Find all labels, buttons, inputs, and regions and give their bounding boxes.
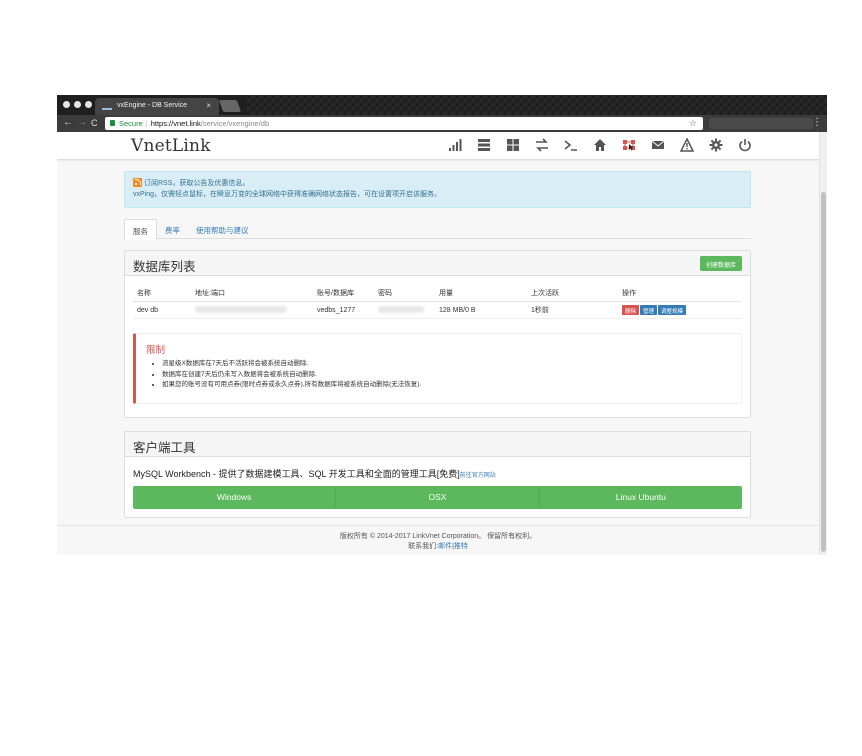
list-item: 如果您的账号没有可用点券(限时点券或永久点券),所有数据库将被系统自动删除(无法…	[162, 380, 731, 391]
forward-icon[interactable]: →	[77, 118, 87, 128]
header-nav	[440, 138, 759, 152]
site-header: VnetLink	[57, 132, 819, 159]
manage-button[interactable]: 管理	[640, 305, 658, 315]
list-item: 流星级X数据库在7天后不活跃将会被系统自动删除.	[162, 359, 731, 370]
db-address	[191, 301, 313, 319]
client-tools-heading: 客户端工具	[125, 431, 750, 457]
site-footer: 版权所有 © 2014-2017 LinkVnet Corporation。 保…	[57, 525, 819, 555]
official-site-link[interactable]: 前往官方网站	[460, 473, 496, 479]
workbench-description: MySQL Workbench - 提供了数据建模工具、SQL 开发工具和全面的…	[133, 468, 460, 479]
tab-strip: vxEngine - DB Service ×	[57, 95, 827, 115]
download-windows-button[interactable]: Windows	[133, 485, 337, 509]
download-linux-button[interactable]: Linux Ubuntu	[539, 485, 742, 509]
db-name: dev db	[133, 301, 191, 319]
list-item: 数据库在创建7天后仍未写入数据将会被系统自动删除.	[162, 370, 731, 381]
database-panel: 数据库列表 创建数据库 名称 地址:端口 账号/数据库 密码 用量 上次活跃 操…	[124, 250, 751, 418]
scrollbar-thumb[interactable]	[821, 192, 826, 552]
tab-services[interactable]: 服务	[124, 219, 157, 240]
redacted-password	[378, 306, 424, 314]
page-scrollbar[interactable]	[819, 132, 827, 555]
contact-line: 联系我们:邮件|推特	[57, 542, 819, 552]
tab-close-icon[interactable]: ×	[206, 101, 211, 110]
url-host: https://vnet.link	[150, 119, 201, 128]
column-header: 账号/数据库	[313, 285, 374, 302]
browser-toolbar: ← → C Secure | https://vnet.link/service/v…	[57, 115, 827, 132]
rss-icon[interactable]	[133, 178, 142, 187]
power-icon[interactable]	[730, 138, 759, 152]
browser-window: vxEngine - DB Service × ← → C Secure | htt…	[57, 95, 827, 555]
db-account: vedbs_1277	[313, 301, 374, 319]
tab-help[interactable]: 使用帮助与建议	[188, 219, 257, 239]
lock-icon	[110, 120, 115, 126]
column-header: 上次活跃	[527, 285, 618, 302]
reload-icon[interactable]: C	[91, 118, 98, 128]
redacted-address	[195, 306, 287, 314]
contact-label: 联系我们:	[408, 543, 439, 550]
column-header: 用量	[435, 285, 527, 302]
db-actions: 删除 管理 调整规模	[618, 301, 742, 319]
close-window-dot[interactable]	[63, 101, 70, 108]
signal-icon[interactable]	[440, 138, 469, 152]
database-panel-title: 数据库列表	[133, 260, 196, 274]
database-table: 名称 地址:端口 账号/数据库 密码 用量 上次活跃 操作 dev db ved…	[133, 285, 742, 319]
gear-icon[interactable]	[701, 138, 730, 152]
table-row: dev db vedbs_1277 128 MB/0 B 1秒前 删除 管理 调整规…	[133, 301, 742, 319]
terminal-icon[interactable]	[556, 138, 585, 152]
alert-rss-text[interactable]: 订阅RSS，获取公告及优惠信息。	[144, 180, 249, 187]
tab-title: vxEngine - DB Service	[117, 102, 188, 109]
limits-list: 流星级X数据库在7天后不活跃将会被系统自动删除. 数据库在创建7天后仍未写入数据…	[162, 359, 731, 391]
download-osx-button[interactable]: OSX	[336, 485, 540, 509]
delete-button[interactable]: 删除	[622, 305, 640, 315]
back-icon[interactable]: ←	[63, 118, 73, 128]
client-tools-panel: 客户端工具 MySQL Workbench - 提供了数据建模工具、SQL 开发…	[124, 430, 751, 518]
url-path: /service/vxengine/db	[200, 119, 270, 128]
service-tabs: 服务 费率 使用帮助与建议	[124, 219, 751, 240]
copyright-text: 版权所有 © 2014-2017 LinkVnet Corporation。 保…	[339, 533, 537, 540]
column-header: 密码	[374, 285, 435, 302]
limits-callout: 限制 流星级X数据库在7天后不活跃将会被系统自动删除. 数据库在创建7天后仍未写…	[133, 333, 742, 404]
db-password	[374, 301, 435, 319]
column-header: 名称	[133, 285, 191, 302]
grid-icon[interactable]	[498, 138, 527, 152]
bookmark-star-icon[interactable]: ☆	[689, 118, 697, 129]
extensions-area	[709, 118, 813, 129]
info-alert: 订阅RSS，获取公告及优惠信息。 vxPing，仅需轻点鼠标，在瞬息万变的全球网…	[124, 171, 751, 208]
database-icon[interactable]	[614, 138, 643, 152]
resize-button[interactable]: 调整规模	[658, 305, 687, 315]
column-header: 地址:端口	[191, 285, 313, 302]
favicon-icon	[102, 103, 112, 110]
site-logo[interactable]: VnetLink	[131, 136, 211, 156]
column-header: 操作	[618, 285, 742, 302]
secure-label: Secure	[119, 119, 143, 128]
alert-vxping-text: vxPing，仅需轻点鼠标，在瞬息万变的全球网络中获得准确网络状态报告，可在设置…	[133, 191, 442, 198]
browser-menu-icon[interactable]: ⋮	[812, 117, 822, 128]
database-panel-heading: 数据库列表 创建数据库	[125, 251, 750, 276]
db-usage: 128 MB/0 B	[435, 301, 527, 319]
address-bar[interactable]: Secure | https://vnet.link/service/vxengin…	[105, 117, 703, 130]
contact-mail-link[interactable]: 邮件	[438, 543, 452, 550]
maximize-window-dot[interactable]	[85, 101, 92, 108]
transfer-icon[interactable]	[527, 138, 556, 152]
server-icon[interactable]	[469, 138, 498, 152]
db-last-active: 1秒前	[527, 301, 618, 319]
browser-tab[interactable]: vxEngine - DB Service ×	[95, 98, 219, 115]
main-content: 订阅RSS，获取公告及优惠信息。 vxPing，仅需轻点鼠标，在瞬息万变的全球网…	[124, 171, 751, 518]
home-icon[interactable]	[585, 138, 614, 152]
tab-pricing[interactable]: 费率	[157, 219, 188, 239]
create-database-button[interactable]: 创建数据库	[699, 256, 742, 271]
limits-title: 限制	[146, 345, 166, 356]
workbench-description-row: MySQL Workbench - 提供了数据建模工具、SQL 开发工具和全面的…	[125, 457, 750, 480]
warning-icon[interactable]	[672, 138, 701, 152]
minimize-window-dot[interactable]	[74, 101, 81, 108]
client-tools-title: 客户端工具	[133, 440, 196, 455]
download-button-group: Windows OSX Linux Ubuntu	[133, 485, 742, 509]
mail-icon[interactable]	[643, 138, 672, 152]
contact-twitter-link[interactable]: 推特	[454, 543, 468, 550]
table-header-row: 名称 地址:端口 账号/数据库 密码 用量 上次活跃 操作	[133, 285, 742, 302]
new-tab-button[interactable]	[218, 100, 242, 112]
